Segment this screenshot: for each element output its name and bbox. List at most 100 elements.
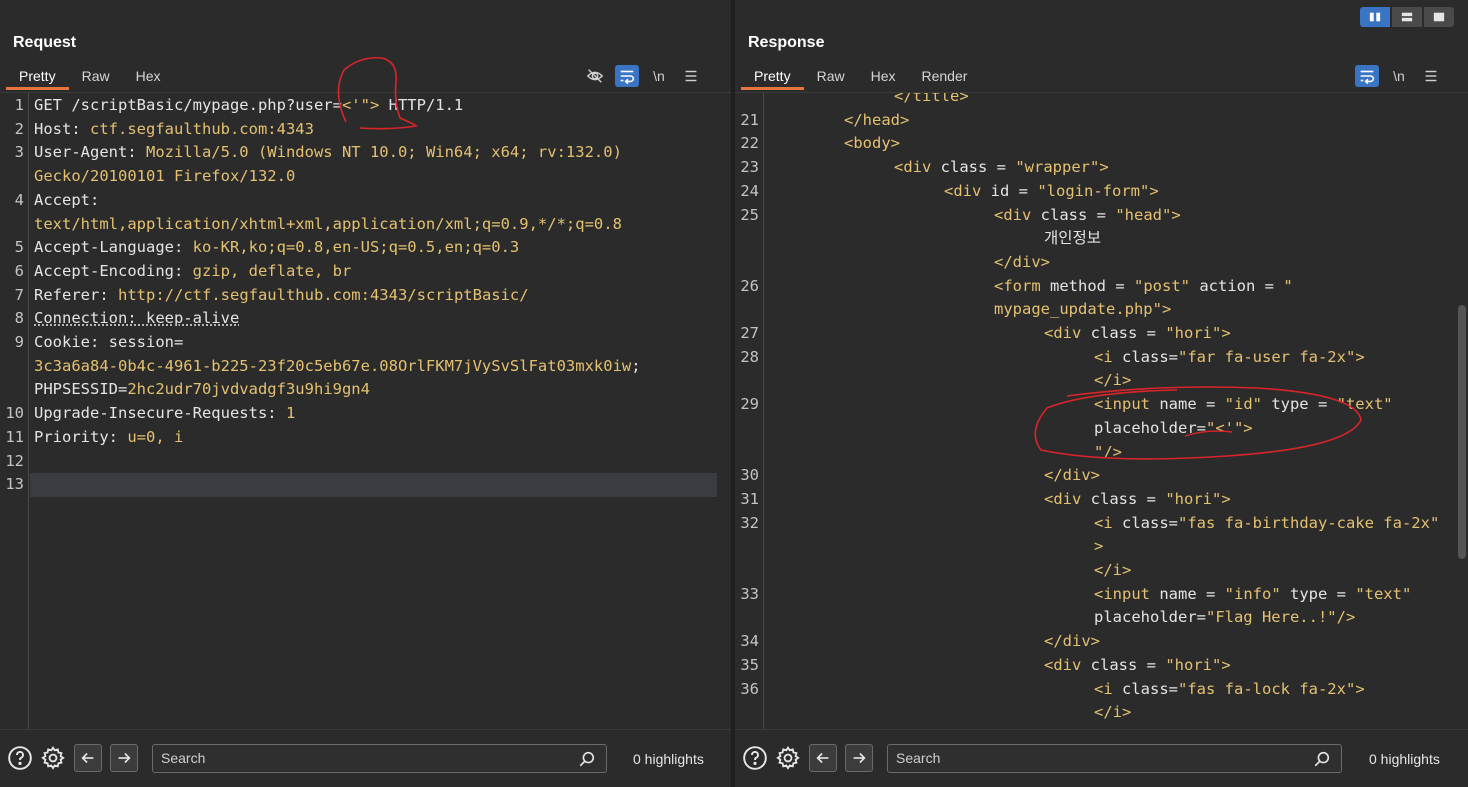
tab-pretty[interactable]: Pretty (6, 64, 69, 90)
line-text: <i class="far fa-user fa-2x"> (1094, 347, 1365, 366)
response-pane: Response Pretty Raw Hex Render \n </titl… (735, 0, 1468, 787)
code-line: 13 (5, 473, 717, 497)
line-number: 13 (5, 475, 24, 494)
line-text: Referer: http://ctf.segfaulthub.com:4343… (34, 285, 529, 304)
line-text: <form method = "post" action = " (994, 276, 1293, 295)
code-line: 33 <input name = "info" type = "text" (735, 583, 1468, 607)
help-icon[interactable] (6, 744, 34, 772)
tab-raw[interactable]: Raw (69, 64, 123, 90)
tab-pretty[interactable]: Pretty (741, 64, 804, 90)
response-editor[interactable]: </title> 21 </head> 22 <body> 23 <div class = … (735, 92, 1468, 729)
line-number: 31 (740, 489, 759, 508)
code-line: 29 <input name = "id" type = "text" (735, 393, 1468, 417)
code-line: 23 <div class = "wrapper"> (735, 156, 1468, 180)
code-line: </i> (735, 559, 1468, 583)
arrow-left-icon[interactable] (74, 744, 102, 772)
response-search-input[interactable] (896, 750, 1276, 766)
word-wrap-icon[interactable] (615, 65, 639, 87)
line-text: </i> (1094, 561, 1132, 579)
line-number: 27 (740, 324, 759, 342)
line-text: <div class = "head"> (994, 205, 1181, 224)
line-number: 22 (740, 134, 759, 153)
line-text: <div class = "hori"> (1044, 489, 1231, 508)
code-line: text/html,application/xhtml+xml,applicat… (0, 213, 731, 237)
code-line: </i> (735, 701, 1468, 725)
line-number: 11 (5, 427, 24, 446)
line-number: 25 (740, 205, 759, 224)
line-number: 2 (14, 119, 24, 138)
line-number: 12 (5, 451, 24, 470)
line-text: </title> (894, 92, 969, 105)
single-pane-icon[interactable] (1424, 7, 1454, 27)
newline-toggle[interactable]: \n (1387, 65, 1411, 87)
code-line: 21 </head> (735, 109, 1468, 133)
tab-hex[interactable]: Hex (123, 64, 174, 90)
line-number: 23 (740, 158, 759, 177)
code-line: 4 Accept: (0, 189, 731, 213)
gear-icon[interactable] (39, 744, 67, 772)
line-text: User-Agent: Mozilla/5.0 (Windows NT 10.0… (34, 143, 622, 162)
code-line: mypage_update.php"> (735, 298, 1468, 322)
line-number: 4 (14, 190, 24, 209)
code-line: 2 Host: ctf.segfaulthub.com:4343 (0, 118, 731, 142)
code-line: 35 <div class = "hori"> (735, 654, 1468, 678)
request-title: Request (13, 34, 77, 51)
search-icon[interactable] (1313, 750, 1331, 768)
arrow-left-icon[interactable] (809, 744, 837, 772)
line-number: 35 (740, 655, 759, 674)
line-text: Accept-Encoding: gzip, deflate, br (34, 261, 352, 280)
code-line: 32 <i class="fas fa-birthday-cake fa-2x" (735, 512, 1468, 536)
code-line: Gecko/20100101 Firefox/132.0 (0, 165, 731, 189)
request-search-input[interactable] (161, 750, 541, 766)
eye-slash-icon[interactable] (583, 65, 607, 87)
response-tabs: Pretty Raw Hex Render (741, 64, 980, 90)
request-search-box (152, 744, 607, 773)
line-text: Upgrade-Insecure-Requests: 1 (34, 404, 296, 423)
split-vertical-icon[interactable] (1360, 7, 1390, 27)
menu-icon[interactable] (679, 65, 703, 87)
gear-icon[interactable] (774, 744, 802, 772)
code-line: 34 </div> (735, 630, 1468, 654)
line-number: 28 (740, 347, 759, 366)
code-line: 31 <div class = "hori"> (735, 488, 1468, 512)
line-text: Gecko/20100101 Firefox/132.0 (34, 167, 296, 186)
line-text: 3c3a6a84-0b4c-4961-b225-23f20c5eb67e.08O… (34, 356, 641, 375)
code-line: 27 <div class = "hori"> (735, 322, 1468, 346)
tab-raw[interactable]: Raw (804, 64, 858, 90)
search-icon[interactable] (578, 750, 596, 768)
word-wrap-icon[interactable] (1355, 65, 1379, 87)
code-line: 28 <i class="far fa-user fa-2x"> (735, 346, 1468, 370)
line-text: <div class = "hori"> (1044, 324, 1231, 342)
line-number: 10 (5, 404, 24, 423)
help-icon[interactable] (741, 744, 769, 772)
line-number: 26 (740, 276, 759, 295)
response-tools: \n (1355, 64, 1443, 88)
code-line: "/> (735, 441, 1468, 465)
menu-icon[interactable] (1419, 65, 1443, 87)
line-number: 24 (740, 181, 759, 200)
code-line: 30 </div> (735, 464, 1468, 488)
tab-hex[interactable]: Hex (858, 64, 909, 90)
code-line: 12 (0, 450, 731, 474)
code-line: placeholder="Flag Here..!"/> (735, 606, 1468, 630)
line-text: <body> (844, 134, 900, 153)
code-line: > (735, 535, 1468, 559)
line-text: Host: ctf.segfaulthub.com:4343 (34, 119, 314, 138)
line-text: Accept-Language: ko-KR,ko;q=0.8,en-US;q=… (34, 238, 520, 257)
line-text: placeholder="<'"> (1094, 418, 1253, 437)
newline-toggle[interactable]: \n (647, 65, 671, 87)
request-editor[interactable]: 1 GET /scriptBasic/mypage.php?user=<'"> H… (0, 92, 731, 729)
line-text: Accept: (34, 190, 100, 209)
line-text: <input name = "info" type = "text" (1094, 584, 1412, 603)
arrow-right-icon[interactable] (110, 744, 138, 772)
line-text: placeholder="Flag Here..!"/> (1094, 608, 1356, 627)
code-line: 개인정보 (735, 227, 1468, 251)
arrow-right-icon[interactable] (845, 744, 873, 772)
line-text: Connection: keep-alive (34, 309, 240, 328)
code-line: 25 <div class = "head"> (735, 204, 1468, 228)
tab-render[interactable]: Render (909, 64, 981, 90)
line-text: </div> (994, 252, 1050, 271)
line-text: <input name = "id" type = "text" (1094, 395, 1393, 414)
split-horizontal-icon[interactable] (1392, 7, 1422, 27)
line-number: 3 (14, 143, 24, 162)
